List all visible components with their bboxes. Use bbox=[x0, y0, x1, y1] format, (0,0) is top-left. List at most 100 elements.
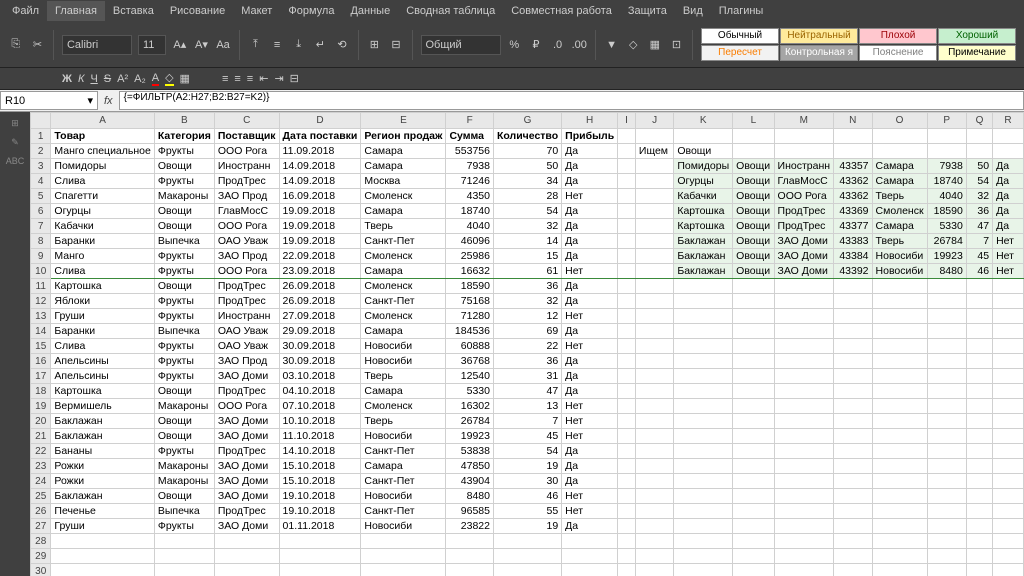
cell[interactable] bbox=[834, 564, 872, 576]
cell[interactable]: Печенье bbox=[51, 504, 154, 519]
cell[interactable]: 71246 bbox=[446, 174, 494, 189]
cell[interactable]: Самара bbox=[361, 204, 446, 219]
indent-dec-icon[interactable]: ⇤ bbox=[259, 72, 268, 85]
cell[interactable]: 16302 bbox=[446, 399, 494, 414]
cell[interactable] bbox=[993, 504, 1024, 519]
cell[interactable]: Слива bbox=[51, 264, 154, 279]
cell[interactable] bbox=[993, 294, 1024, 309]
cell[interactable] bbox=[279, 564, 361, 576]
cell[interactable]: 19 bbox=[493, 519, 561, 534]
cell[interactable] bbox=[214, 534, 279, 549]
cell[interactable] bbox=[872, 459, 927, 474]
cell[interactable]: 45 bbox=[966, 249, 992, 264]
cell[interactable]: 5330 bbox=[927, 219, 966, 234]
cell[interactable] bbox=[774, 429, 834, 444]
cell[interactable] bbox=[674, 384, 733, 399]
cell[interactable]: 13 bbox=[493, 399, 561, 414]
cell[interactable]: ЗАО Доми bbox=[214, 429, 279, 444]
style-preset[interactable]: Плохой bbox=[859, 28, 937, 44]
cell[interactable] bbox=[674, 399, 733, 414]
cell[interactable]: 60888 bbox=[446, 339, 494, 354]
menu-tab[interactable]: Главная bbox=[47, 1, 105, 21]
cell[interactable] bbox=[733, 294, 774, 309]
cell[interactable] bbox=[927, 144, 966, 159]
cell[interactable] bbox=[927, 324, 966, 339]
cell[interactable] bbox=[872, 444, 927, 459]
col-header[interactable]: Q bbox=[966, 113, 992, 129]
col-header[interactable]: C bbox=[214, 113, 279, 129]
cell[interactable]: ЗАО Прод bbox=[214, 189, 279, 204]
style-preset[interactable]: Нейтральный bbox=[780, 28, 858, 44]
cell[interactable] bbox=[733, 414, 774, 429]
cell[interactable] bbox=[674, 474, 733, 489]
cell[interactable] bbox=[993, 444, 1024, 459]
cell[interactable]: Санкт-Пет bbox=[361, 294, 446, 309]
cell[interactable]: Овощи bbox=[733, 234, 774, 249]
col-header[interactable]: B bbox=[154, 113, 214, 129]
cell[interactable] bbox=[993, 534, 1024, 549]
align-mid-icon[interactable]: ≡ bbox=[269, 34, 285, 56]
menu-tab[interactable]: Формула bbox=[280, 1, 342, 21]
cell[interactable]: Тверь bbox=[872, 189, 927, 204]
cell[interactable]: 54 bbox=[966, 174, 992, 189]
cell[interactable]: Новосиби bbox=[361, 489, 446, 504]
cell[interactable]: 03.10.2018 bbox=[279, 369, 361, 384]
cell[interactable] bbox=[927, 429, 966, 444]
indent-inc-icon[interactable]: ⇥ bbox=[274, 72, 283, 85]
cell[interactable]: Новосиби bbox=[361, 519, 446, 534]
cell[interactable]: 19.09.2018 bbox=[279, 219, 361, 234]
cell[interactable] bbox=[618, 384, 636, 399]
cell[interactable]: 43377 bbox=[834, 219, 872, 234]
cell[interactable] bbox=[774, 444, 834, 459]
number-format[interactable] bbox=[421, 35, 501, 55]
cell[interactable] bbox=[872, 384, 927, 399]
cell[interactable]: Самара bbox=[872, 159, 927, 174]
cell[interactable] bbox=[674, 129, 733, 144]
cell[interactable]: 43369 bbox=[834, 204, 872, 219]
style-preset[interactable]: Примечание bbox=[938, 45, 1016, 61]
cell[interactable] bbox=[733, 474, 774, 489]
cell[interactable] bbox=[834, 504, 872, 519]
cell[interactable]: 15.10.2018 bbox=[279, 474, 361, 489]
font-size[interactable] bbox=[138, 35, 166, 55]
table-icon[interactable]: ⊡ bbox=[669, 34, 685, 56]
row-header[interactable]: 27 bbox=[31, 519, 51, 534]
cell[interactable] bbox=[635, 189, 673, 204]
cell[interactable]: Дата поставки bbox=[279, 129, 361, 144]
cell[interactable]: 53838 bbox=[446, 444, 494, 459]
cell[interactable] bbox=[872, 504, 927, 519]
cell[interactable]: Овощи bbox=[154, 429, 214, 444]
cell[interactable]: 8480 bbox=[927, 264, 966, 279]
align-bot-icon[interactable]: ⤓ bbox=[291, 34, 307, 56]
align-top-icon[interactable]: ⤒ bbox=[248, 34, 264, 56]
cell[interactable]: 75168 bbox=[446, 294, 494, 309]
cell[interactable]: Самара bbox=[872, 219, 927, 234]
cell[interactable]: 29.09.2018 bbox=[279, 324, 361, 339]
cell[interactable]: Да bbox=[562, 519, 618, 534]
cell[interactable] bbox=[635, 174, 673, 189]
cell[interactable]: 43904 bbox=[446, 474, 494, 489]
cell[interactable] bbox=[361, 564, 446, 576]
cell[interactable] bbox=[674, 459, 733, 474]
cell[interactable] bbox=[774, 279, 834, 294]
cell[interactable] bbox=[674, 534, 733, 549]
col-header[interactable]: D bbox=[279, 113, 361, 129]
cell[interactable]: 45 bbox=[493, 429, 561, 444]
cell[interactable]: Самара bbox=[361, 159, 446, 174]
cell[interactable]: 61 bbox=[493, 264, 561, 279]
cell[interactable] bbox=[774, 459, 834, 474]
dec-inc-icon[interactable]: .0 bbox=[550, 34, 566, 56]
cell[interactable]: Да bbox=[562, 474, 618, 489]
col-header[interactable]: I bbox=[618, 113, 636, 129]
cell[interactable]: Баклажан bbox=[674, 249, 733, 264]
cell[interactable] bbox=[993, 414, 1024, 429]
cell[interactable] bbox=[966, 144, 992, 159]
cell[interactable]: Картошка bbox=[674, 204, 733, 219]
cell[interactable]: 14 bbox=[493, 234, 561, 249]
cell[interactable] bbox=[927, 384, 966, 399]
cell[interactable]: Нет bbox=[993, 264, 1024, 279]
cell[interactable]: 19923 bbox=[446, 429, 494, 444]
cell[interactable]: 43383 bbox=[834, 234, 872, 249]
cell[interactable] bbox=[966, 354, 992, 369]
cell[interactable] bbox=[618, 549, 636, 564]
